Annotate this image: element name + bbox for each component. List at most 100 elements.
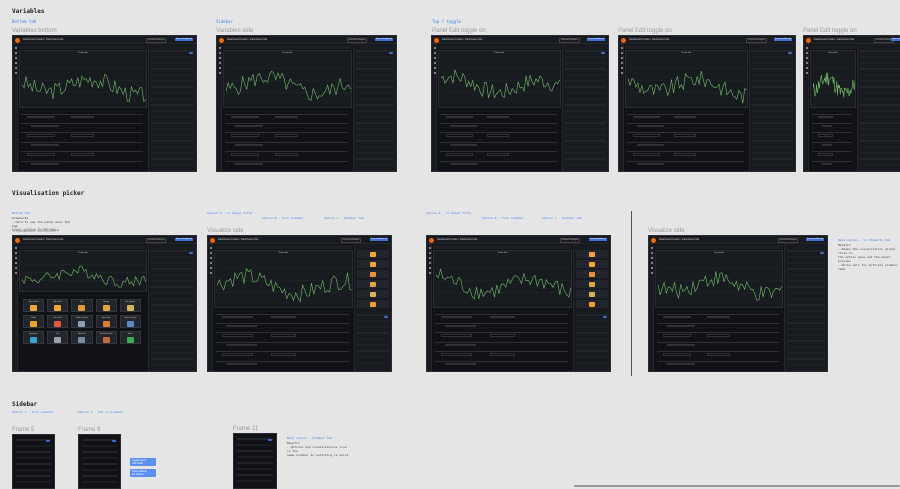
viz-type-option[interactable]: State timeline [71,315,93,328]
option-field[interactable] [751,140,793,142]
query-field[interactable] [70,153,94,156]
nav-icon[interactable] [620,57,623,59]
nav-icon[interactable] [620,67,623,69]
nav-icon[interactable] [805,67,808,69]
option-field[interactable] [860,122,900,124]
nav-icon[interactable] [650,257,653,259]
viz-type-option[interactable]: Pie chart [47,315,69,328]
option-field[interactable] [150,316,194,318]
query-field[interactable] [633,115,660,119]
viz-type-option[interactable] [357,270,389,278]
option-field[interactable] [751,104,793,106]
query-field[interactable] [824,134,833,137]
nav-icon[interactable] [209,272,212,274]
nav-icon[interactable] [218,57,221,59]
option-field[interactable] [150,152,194,154]
option-field[interactable] [355,56,394,58]
option-field[interactable] [150,164,194,166]
option-field[interactable] [564,56,606,58]
nav-icon[interactable] [620,72,623,74]
option-field[interactable] [150,328,194,330]
option-field[interactable] [82,451,117,453]
query-field[interactable] [450,162,477,166]
option-field[interactable] [751,134,793,136]
option-field[interactable] [786,334,825,336]
option-field[interactable] [16,457,51,459]
option-field[interactable] [786,346,825,348]
query-field[interactable] [489,353,515,356]
save-dashboard-button[interactable]: Save dashboard [174,38,193,41]
nav-icon[interactable] [433,57,436,59]
query-field[interactable] [270,334,296,337]
option-field[interactable] [786,340,825,342]
nav-icon[interactable] [14,52,17,54]
toggle-switch[interactable] [601,52,605,54]
option-field[interactable] [564,116,606,118]
option-field[interactable] [860,104,900,106]
option-field[interactable] [860,110,900,112]
query-field[interactable] [706,315,730,319]
breadcrumb[interactable]: Dashboard Folder / Dashboard title [629,38,669,41]
nav-icon[interactable] [14,47,17,49]
nav-icon[interactable] [209,247,212,249]
query-field[interactable] [450,124,477,128]
option-field[interactable] [355,146,394,148]
option-field[interactable] [564,86,606,88]
option-field[interactable] [786,292,825,294]
grafana-logo-icon[interactable] [651,237,656,243]
query-field[interactable] [445,343,476,347]
option-field[interactable] [355,80,394,82]
discard-button[interactable]: Discard changes [746,38,767,43]
query-field[interactable] [824,115,833,119]
viz-type-option[interactable] [576,300,608,308]
viz-type-option[interactable] [357,280,389,288]
nav-icon[interactable] [14,72,17,74]
option-field[interactable] [150,310,194,312]
breadcrumb[interactable]: Dashboard Folder / Dashboard title [23,238,63,241]
query-field[interactable] [31,124,60,128]
toggle-switch[interactable] [603,316,607,318]
discard-button[interactable]: Discard changes [146,238,167,243]
toggle-switch[interactable] [46,440,50,442]
viz-type-option[interactable] [576,270,608,278]
option-field[interactable] [16,481,51,483]
nav-icon[interactable] [14,247,17,249]
option-field[interactable] [751,98,793,100]
viz-type-option[interactable]: Table [23,315,45,328]
option-field[interactable] [751,116,793,118]
option-field[interactable] [860,80,900,82]
query-field[interactable] [706,334,730,337]
option-field[interactable] [355,116,394,118]
option-field[interactable] [150,62,194,64]
viz-type-option[interactable]: Heatmap [95,315,117,328]
query-field[interactable] [235,124,264,128]
query-field[interactable] [663,315,692,319]
grafana-logo-icon[interactable] [210,237,215,243]
query-field[interactable] [270,315,296,319]
viz-type-option[interactable]: News [119,331,141,344]
query-field[interactable] [674,134,697,137]
option-field[interactable] [237,480,273,482]
grafana-logo-icon[interactable] [621,37,626,43]
query-field[interactable] [667,362,696,366]
nav-icon[interactable] [14,262,17,264]
option-field[interactable] [16,451,51,453]
query-field[interactable] [487,134,510,137]
option-field[interactable] [237,450,273,452]
option-field[interactable] [357,320,389,322]
viz-type-option[interactable]: Gauge [95,299,117,312]
nav-icon[interactable] [14,57,17,59]
query-field[interactable] [446,134,473,137]
option-field[interactable] [786,364,825,366]
nav-icon[interactable] [805,72,808,74]
discard-button[interactable]: Discard changes [560,238,581,243]
option-field[interactable] [237,462,273,464]
option-field[interactable] [150,250,194,252]
option-field[interactable] [355,158,394,160]
option-field[interactable] [860,50,900,52]
query-field[interactable] [235,143,264,147]
option-field[interactable] [150,128,194,130]
toggle-switch[interactable] [788,52,792,54]
query-field[interactable] [637,124,664,128]
nav-icon[interactable] [620,62,623,64]
